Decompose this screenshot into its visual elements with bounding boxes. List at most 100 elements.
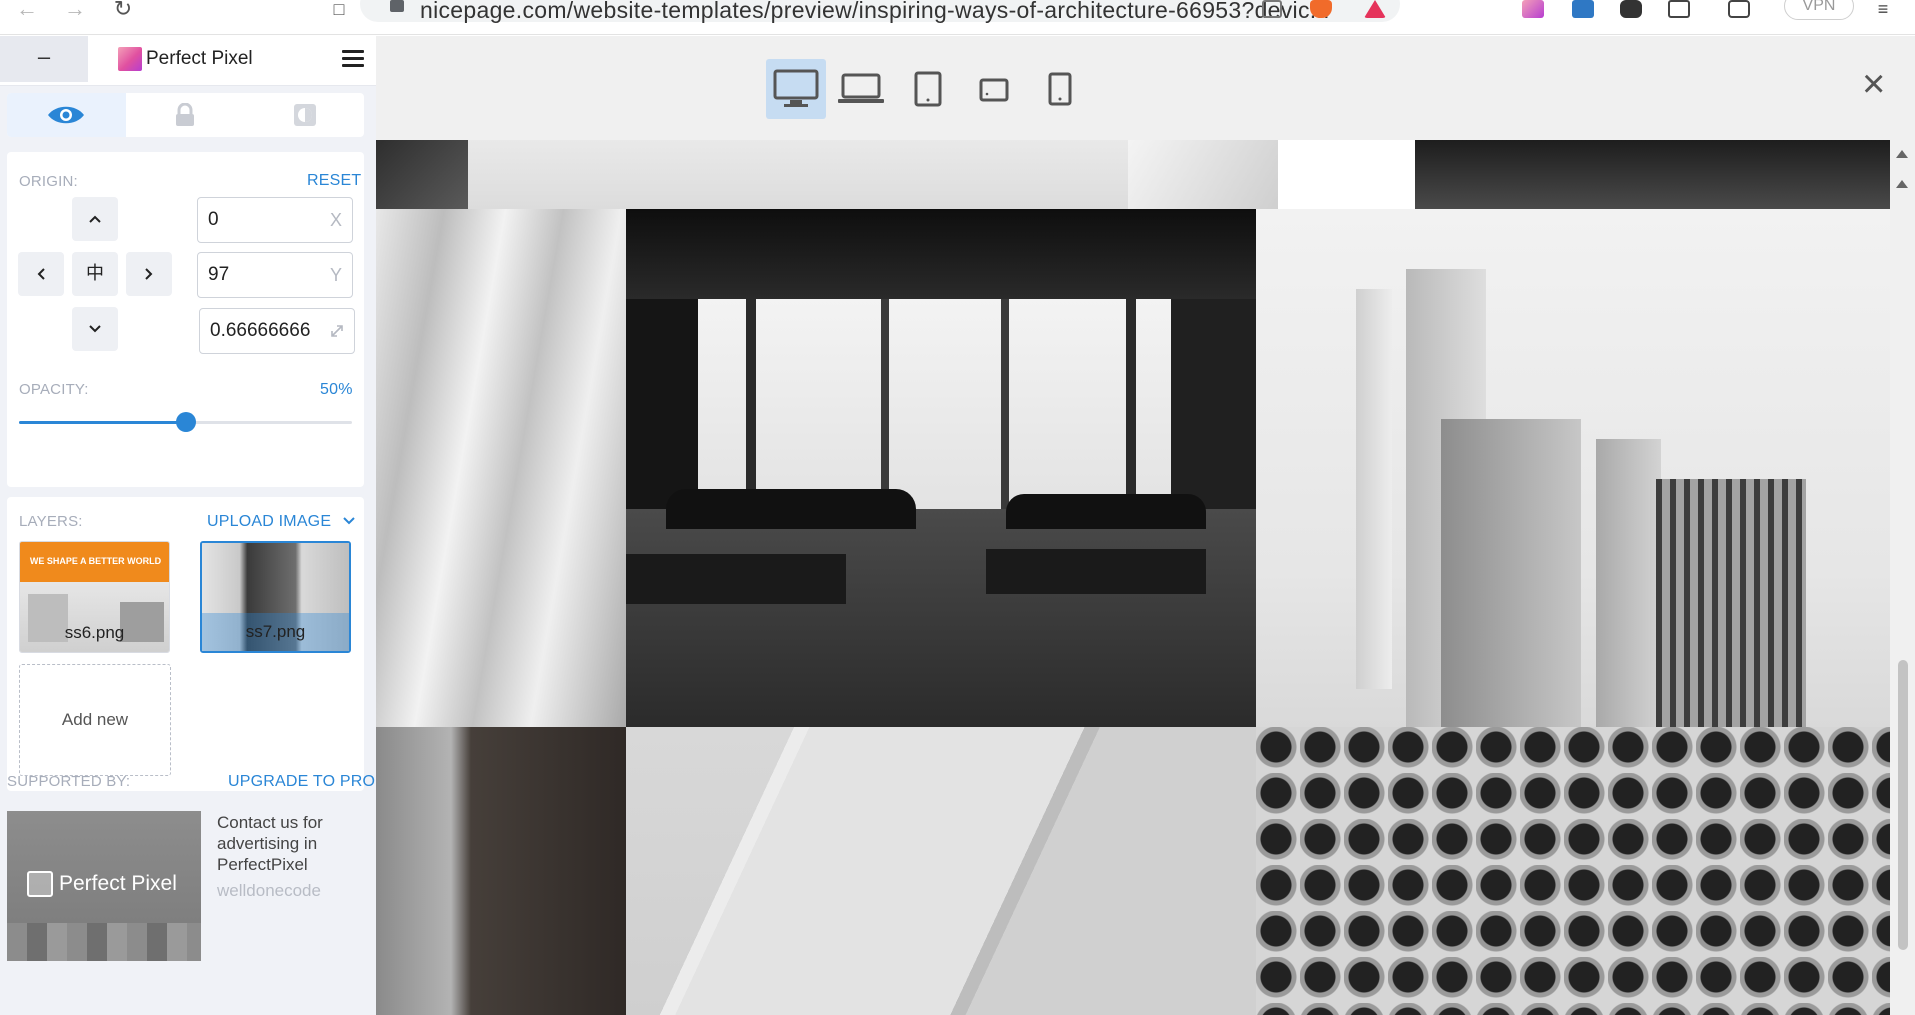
ad-pixel-pattern	[7, 923, 201, 961]
laptop-icon	[838, 73, 884, 103]
ad-line-2: advertising in	[217, 834, 318, 853]
vpn-button[interactable]: VPN	[1784, 0, 1854, 20]
move-down-button[interactable]	[72, 307, 118, 351]
photo-circle-pattern	[1256, 727, 1890, 1015]
photo-ceiling	[626, 209, 1256, 299]
resize-icon	[331, 325, 343, 337]
bookmark-icon[interactable]: □	[326, 0, 352, 20]
extensions-puzzle-icon[interactable]	[1620, 0, 1642, 18]
reset-button[interactable]: RESET	[307, 172, 361, 190]
url-text[interactable]: nicepage.com/website-templates/preview/i…	[420, 0, 1330, 22]
photo-window-frame	[1126, 299, 1136, 519]
invert-icon	[294, 104, 316, 126]
scrollbar-thumb[interactable]	[1898, 660, 1908, 950]
chevron-left-icon	[37, 268, 45, 280]
tab-invert[interactable]	[245, 93, 364, 137]
device-tablet-portrait-button[interactable]	[898, 59, 958, 119]
photo-cafe-interior	[626, 209, 1256, 727]
photo-top-middle	[468, 140, 1278, 209]
minimize-button[interactable]: –	[0, 36, 88, 82]
wallet-icon[interactable]	[1728, 0, 1750, 18]
supported-by-label: SUPPORTED BY:	[7, 773, 131, 790]
perfect-pixel-logo-icon	[118, 47, 142, 71]
photo-table	[626, 554, 846, 604]
panel-header: – Perfect Pixel	[0, 36, 376, 86]
layer-name: ss6.png	[64, 623, 125, 642]
x-suffix-label: X	[329, 210, 342, 230]
y-offset-field[interactable]: Y	[197, 252, 353, 298]
opacity-slider-knob[interactable]	[175, 412, 196, 432]
perfect-pixel-extension-icon[interactable]	[1522, 0, 1544, 18]
opacity-slider-track[interactable]	[19, 412, 352, 432]
scale-input[interactable]	[210, 309, 320, 353]
preview-area: ×	[376, 36, 1915, 1015]
center-button[interactable]: 中	[72, 252, 118, 296]
x-offset-input[interactable]	[208, 198, 333, 242]
origin-card: ORIGIN: RESET 中 X Y OPACITY: 50%	[7, 152, 364, 487]
photo-curved-building	[626, 727, 1256, 1015]
lock-icon	[390, 0, 404, 12]
advertisement-banner[interactable]: Perfect Pixel	[7, 811, 201, 961]
sidebar-icon[interactable]	[1668, 0, 1690, 18]
upload-image-button[interactable]: UPLOAD IMAGE	[207, 513, 356, 531]
phone-icon	[1048, 72, 1072, 106]
upgrade-to-pro-link[interactable]: UPGRADE TO PRO	[228, 773, 375, 791]
photo-building-surface	[626, 727, 1256, 1015]
device-tablet-landscape-button[interactable]	[964, 59, 1024, 119]
tab-visibility[interactable]	[7, 93, 126, 137]
menu-icon[interactable]: ≡	[1870, 0, 1896, 20]
s-extension-icon[interactable]	[1572, 0, 1594, 18]
share-icon[interactable]	[1262, 0, 1282, 18]
tab-lock[interactable]	[126, 93, 245, 137]
photo-window-frame	[746, 299, 756, 519]
scale-field[interactable]	[199, 308, 355, 354]
scroll-up-icon[interactable]	[1896, 180, 1908, 188]
reload-icon[interactable]: ↻	[110, 0, 136, 20]
opacity-value: 50%	[320, 381, 353, 398]
photo-people-silhouettes	[1006, 494, 1206, 529]
hamburger-menu-icon[interactable]	[342, 50, 364, 68]
move-left-button[interactable]	[18, 252, 64, 296]
layers-card: LAYERS: UPLOAD IMAGE WE SHAPE A BETTER W…	[7, 497, 364, 791]
device-phone-button[interactable]	[1030, 59, 1090, 119]
perfect-pixel-logo-icon	[27, 871, 53, 897]
move-right-button[interactable]	[126, 252, 172, 296]
ad-logo-text: Perfect Pixel	[59, 872, 177, 895]
photo-tower	[1356, 289, 1392, 689]
photo-window-frame	[1001, 299, 1009, 519]
app-title: Perfect Pixel	[146, 48, 253, 69]
device-laptop-button[interactable]	[831, 59, 891, 119]
x-offset-field[interactable]: X	[197, 197, 353, 243]
layer-thumbnail-ss7[interactable]: ss7.png	[200, 541, 351, 653]
layer-name: ss7.png	[245, 622, 306, 641]
layer-thumbnail-ss6[interactable]: WE SHAPE A BETTER WORLD ss6.png	[19, 541, 170, 653]
close-icon[interactable]: ×	[1862, 64, 1885, 104]
ad-sponsor-link[interactable]: welldonecode	[217, 880, 321, 901]
y-offset-input[interactable]	[208, 253, 333, 297]
lock-icon	[176, 103, 194, 126]
device-toolbar: ×	[376, 36, 1915, 140]
photo-circular-facade	[1256, 727, 1890, 1015]
photo-table	[986, 549, 1206, 594]
brave-shield-icon[interactable]	[1310, 0, 1332, 18]
preview-scrollbar[interactable]	[1890, 140, 1915, 1015]
photo-facade-wood	[376, 727, 626, 1015]
chevron-right-icon	[145, 268, 153, 280]
photo-people-silhouettes	[666, 489, 916, 529]
ad-line-3: PerfectPixel	[217, 855, 308, 874]
photo-top-right	[1415, 140, 1890, 209]
photo-floor-tables	[626, 509, 1256, 727]
scroll-up-icon[interactable]	[1896, 150, 1908, 158]
desktop-icon	[773, 69, 819, 107]
move-up-button[interactable]	[72, 197, 118, 241]
mode-tabs	[7, 93, 364, 137]
photo-curved-architecture	[376, 209, 626, 727]
add-new-layer-button[interactable]: Add new	[19, 664, 171, 776]
forward-icon[interactable]: →	[62, 0, 88, 20]
photo-tower	[1596, 439, 1661, 727]
photo-tower	[1441, 419, 1581, 727]
device-desktop-button[interactable]	[766, 59, 826, 119]
browser-toolbar: ← → ↻ □ nicepage.com/website-templates/p…	[0, 0, 1915, 35]
chevron-down-icon	[89, 325, 101, 333]
back-icon[interactable]: ←	[14, 0, 40, 20]
